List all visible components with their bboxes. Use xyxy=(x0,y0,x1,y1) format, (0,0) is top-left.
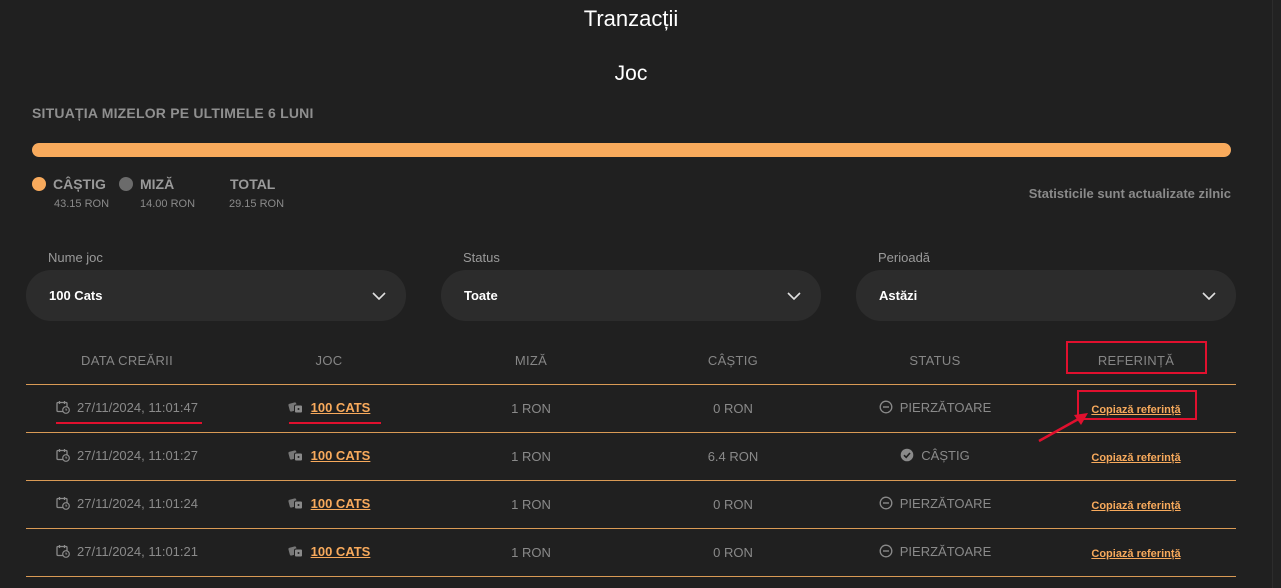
stats-progress-bar xyxy=(32,143,1231,157)
cell-status: PIERZĂTOARE xyxy=(834,384,1036,433)
game-link[interactable]: 100 CATS xyxy=(311,448,371,463)
header-win: CÂȘTIG xyxy=(632,336,834,385)
cell-date: 27/11/2024, 11:01:27 xyxy=(26,432,228,481)
filter-status: Status Toate xyxy=(441,250,821,321)
table-row: 27/11/2024, 11:01:21 100 CATS 1 RON 0 RON PI… xyxy=(26,528,1236,577)
legend-value-total: 29.15 RON xyxy=(229,198,285,210)
chevron-down-icon xyxy=(1202,291,1216,300)
game-link[interactable]: 100 CATS xyxy=(311,496,371,511)
cell-bet: 1 RON xyxy=(430,384,632,433)
minus-circle-icon xyxy=(879,496,893,510)
dot-bet-icon xyxy=(119,177,133,191)
page-title: Tranzacții xyxy=(583,6,679,31)
annotation-arrow-icon xyxy=(1038,413,1088,443)
section-title: Joc xyxy=(614,62,648,85)
legend-label-total: TOTAL xyxy=(230,176,276,192)
filter-period: Perioadă Astăzi xyxy=(856,250,1236,321)
status-select-value: Toate xyxy=(464,288,498,303)
progress-fill-win xyxy=(32,143,1231,157)
minus-circle-icon xyxy=(879,400,893,414)
header-status: STATUS xyxy=(834,336,1036,385)
cell-bet: 1 RON xyxy=(430,528,632,577)
chevron-down-icon xyxy=(372,291,386,300)
cell-status: PIERZĂTOARE xyxy=(834,528,1036,577)
dot-win-icon xyxy=(32,177,46,191)
legend-item-win: CÂȘTIG 43.15 RON xyxy=(32,176,109,210)
cell-status: PIERZĂTOARE xyxy=(834,480,1036,529)
calendar-clock-icon xyxy=(56,496,70,511)
status-select[interactable]: Toate xyxy=(441,270,821,321)
annotation-box-copy-reference xyxy=(1077,390,1197,420)
legend-label-win: CÂȘTIG xyxy=(53,176,106,192)
period-select-value: Astăzi xyxy=(879,288,918,303)
transactions-table: DATA CREĂRII JOC MIZĂ CÂȘTIG STATUS REFE… xyxy=(26,336,1236,577)
legend-label-bet: MIZĂ xyxy=(140,176,175,192)
calendar-clock-icon xyxy=(56,544,70,559)
annotation-underline-game xyxy=(289,422,381,424)
table-row: 27/11/2024, 11:01:24 100 CATS 1 RON 0 RON PI… xyxy=(26,480,1236,529)
minus-circle-icon xyxy=(879,544,893,558)
cell-win: 0 RON xyxy=(632,480,834,529)
status-text: CÂȘTIG xyxy=(921,447,970,463)
header-date: DATA CREĂRII xyxy=(26,336,228,385)
table-header-row: DATA CREĂRII JOC MIZĂ CÂȘTIG STATUS REFE… xyxy=(26,336,1236,385)
filter-game-label: Nume joc xyxy=(48,250,103,265)
cell-date: 27/11/2024, 11:01:24 xyxy=(26,480,228,529)
legend-value-win: 43.15 RON xyxy=(54,198,110,210)
annotation-underline-date xyxy=(56,422,202,424)
cell-date: 27/11/2024, 11:01:21 xyxy=(26,528,228,577)
filter-status-label: Status xyxy=(463,250,500,265)
cell-win: 0 RON xyxy=(632,528,834,577)
date-text: 27/11/2024, 11:01:47 xyxy=(77,399,198,415)
annotation-box-reference-header xyxy=(1066,341,1207,374)
stats-heading: SITUAȚIA MIZELOR PE ULTIMELE 6 LUNI xyxy=(32,105,314,121)
scrollbar[interactable] xyxy=(1272,0,1281,588)
update-note: Statisticile sunt actualizate zilnic xyxy=(1028,186,1231,201)
cell-game: 100 CATS xyxy=(228,480,430,529)
check-circle-icon xyxy=(900,448,914,462)
header-bet: MIZĂ xyxy=(430,336,632,385)
cell-date: 27/11/2024, 11:01:47 xyxy=(26,384,228,433)
status-text: PIERZĂTOARE xyxy=(899,495,992,511)
copy-reference-link[interactable]: Copiază referință xyxy=(1091,548,1180,560)
cell-game: 100 CATS xyxy=(228,528,430,577)
game-link[interactable]: 100 CATS xyxy=(311,400,371,415)
dice-icon xyxy=(288,401,304,414)
legend-item-bet: MIZĂ 14.00 RON xyxy=(119,176,195,210)
cell-reference: Copiază referință xyxy=(1036,480,1236,529)
header-game: JOC xyxy=(228,336,430,385)
dice-icon xyxy=(288,497,304,510)
cell-bet: 1 RON xyxy=(430,480,632,529)
legend-value-bet: 14.00 RON xyxy=(140,198,196,210)
cell-reference: Copiază referință xyxy=(1036,528,1236,577)
chevron-down-icon xyxy=(787,291,801,300)
date-text: 27/11/2024, 11:01:27 xyxy=(77,447,198,463)
date-text: 27/11/2024, 11:01:21 xyxy=(77,543,198,559)
status-text: PIERZĂTOARE xyxy=(899,543,992,559)
dice-icon xyxy=(288,545,304,558)
calendar-clock-icon xyxy=(56,448,70,463)
calendar-clock-icon xyxy=(56,400,70,415)
date-text: 27/11/2024, 11:01:24 xyxy=(77,495,198,511)
copy-reference-link[interactable]: Copiază referință xyxy=(1091,452,1180,464)
cell-game: 100 CATS xyxy=(228,384,430,433)
period-select[interactable]: Astăzi xyxy=(856,270,1236,321)
status-text: PIERZĂTOARE xyxy=(899,399,992,415)
game-select-value: 100 Cats xyxy=(49,288,103,303)
cell-win: 0 RON xyxy=(632,384,834,433)
copy-reference-link[interactable]: Copiază referință xyxy=(1091,500,1180,512)
legend-item-total: TOTAL 29.15 RON xyxy=(229,176,285,210)
dice-icon xyxy=(288,449,304,462)
game-link[interactable]: 100 CATS xyxy=(311,544,371,559)
filter-game: Nume joc 100 Cats xyxy=(26,250,406,321)
cell-game: 100 CATS xyxy=(228,432,430,481)
cell-win: 6.4 RON xyxy=(632,432,834,481)
game-select[interactable]: 100 Cats xyxy=(26,270,406,321)
cell-bet: 1 RON xyxy=(430,432,632,481)
filter-period-label: Perioadă xyxy=(878,250,931,265)
cell-status: CÂȘTIG xyxy=(834,432,1036,481)
